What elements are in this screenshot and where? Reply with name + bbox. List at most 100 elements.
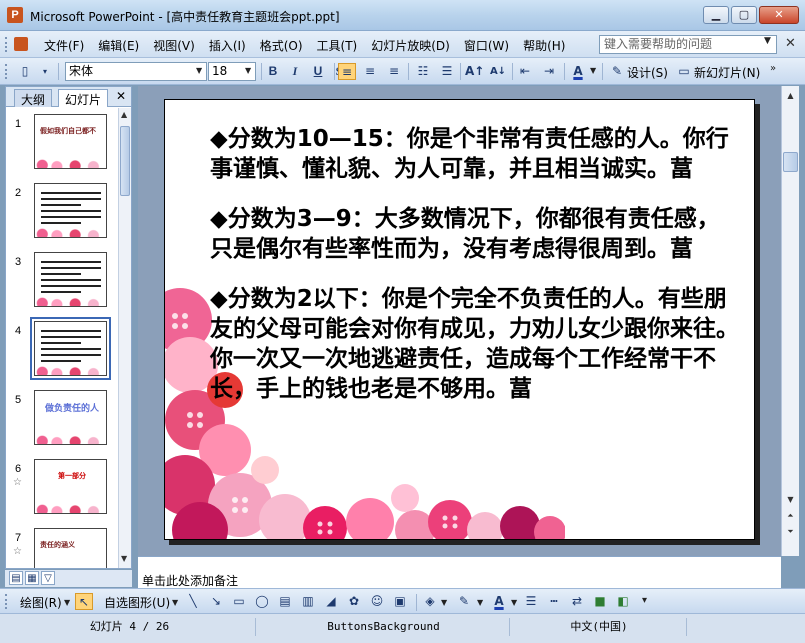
draw-menu-button[interactable]: 绘图(R) xyxy=(20,594,62,611)
slide-thumbnail[interactable]: 假如我们自己都不 xyxy=(34,114,107,169)
slide-scroll-up-icon[interactable]: ▲ xyxy=(783,88,798,103)
vertical-textbox-icon[interactable]: ▥ xyxy=(299,593,317,610)
menu-file[interactable]: 文件(F) xyxy=(44,37,84,54)
design-icon[interactable]: ✎ xyxy=(608,63,626,80)
maximize-button[interactable]: ▢ xyxy=(731,6,757,24)
draw-font-color-dropdown-icon[interactable]: ▼ xyxy=(511,598,517,607)
close-button[interactable]: ✕ xyxy=(759,6,799,24)
toolbar-options-icon[interactable]: ▾ xyxy=(36,63,54,80)
slide-thumbnail-row[interactable]: 6 ☆ 第一部分 xyxy=(6,453,118,515)
select-cursor-icon[interactable]: ↖ xyxy=(75,593,93,610)
slide-scroll-thumb[interactable] xyxy=(783,152,798,172)
size-dropdown-icon[interactable]: ▼ xyxy=(245,66,251,75)
line-color-dropdown-icon[interactable]: ▼ xyxy=(477,598,483,607)
line-tool-icon[interactable]: ╲ xyxy=(184,593,202,610)
slide-body-text[interactable]: ◆分数为10—15：你是个非常有责任感的人。你行事谨慎、懂礼貌、为人可靠，并且相… xyxy=(210,124,740,424)
menu-tools[interactable]: 工具(T) xyxy=(317,37,358,54)
minimize-button[interactable]: ▁ xyxy=(703,6,729,24)
menu-view[interactable]: 视图(V) xyxy=(153,37,195,54)
menu-format[interactable]: 格式(O) xyxy=(260,37,303,54)
new-slide-button[interactable]: 新幻灯片(N) xyxy=(694,64,760,81)
slide-scroll-down-icon[interactable]: ▼ xyxy=(783,492,798,507)
shadow-style-icon[interactable]: ■ xyxy=(591,593,609,610)
slide-thumbnail-row[interactable]: 5 做负责任的人 xyxy=(6,384,118,446)
design-button[interactable]: 设计(S) xyxy=(627,64,668,81)
underline-button[interactable]: U xyxy=(309,63,327,80)
slide-thumbnail-row[interactable]: 3 xyxy=(6,246,118,308)
panel-scrollbar[interactable]: ▲ ▼ xyxy=(118,108,131,568)
menu-insert[interactable]: 插入(I) xyxy=(209,37,246,54)
align-center-icon[interactable]: ≡ xyxy=(361,63,379,80)
slide-thumbnail-row[interactable]: 1 假如我们自己都不 xyxy=(6,108,118,170)
menu-help[interactable]: 帮助(H) xyxy=(523,37,565,54)
drawbar-grip[interactable] xyxy=(5,594,8,609)
arrow-tool-icon[interactable]: ↘ xyxy=(207,593,225,610)
slide-thumbnail-row[interactable]: 7 ☆ 责任的涵义 xyxy=(6,522,118,568)
increase-indent-icon[interactable]: ⇥ xyxy=(540,63,558,80)
font-color-dropdown-icon[interactable]: ▼ xyxy=(590,66,596,75)
slide-thumbnail[interactable] xyxy=(30,317,111,380)
textbox-tool-icon[interactable]: ▤ xyxy=(276,593,294,610)
arrow-style-icon[interactable]: ⇄ xyxy=(568,593,586,610)
scroll-up-icon[interactable]: ▲ xyxy=(121,110,127,119)
tab-outline[interactable]: 大纲 xyxy=(14,89,53,107)
align-left-icon[interactable]: ≡ xyxy=(338,63,356,80)
notes-placeholder[interactable]: 单击此处添加备注 xyxy=(142,572,238,589)
draw-font-color-icon[interactable]: A xyxy=(490,593,508,610)
slide-thumbnail[interactable] xyxy=(34,183,107,238)
scroll-down-icon[interactable]: ▼ xyxy=(121,554,127,563)
bullets-icon[interactable]: ☰ xyxy=(438,63,456,80)
previous-slide-icon[interactable]: ⏶ xyxy=(783,508,798,523)
line-style-icon[interactable]: ☰ xyxy=(522,593,540,610)
slide-paragraph-3[interactable]: ◆分数为2以下：你是个完全不负责任的人。有些朋友的父母可能会对你有成见，力劝儿女… xyxy=(210,284,740,404)
increase-font-icon[interactable]: A↑ xyxy=(465,63,484,80)
rectangle-tool-icon[interactable]: ▭ xyxy=(230,593,248,610)
3d-style-icon[interactable]: ◧ xyxy=(614,593,632,610)
bold-button[interactable]: B xyxy=(264,63,282,80)
slide-thumbnail[interactable]: 做负责任的人 xyxy=(34,390,107,445)
autoshapes-button[interactable]: 自选图形(U) xyxy=(104,594,170,611)
drawbar-more-icon[interactable]: ▾ xyxy=(642,595,647,606)
font-color-icon[interactable]: A xyxy=(569,63,587,80)
slide-thumbnail[interactable]: 第一部分 xyxy=(34,459,107,514)
numbering-icon[interactable]: ☷ xyxy=(414,63,432,80)
toolbar-more-icon[interactable]: » xyxy=(770,63,776,74)
font-family-select[interactable]: 宋体 xyxy=(65,62,207,81)
line-color-icon[interactable]: ✎ xyxy=(455,593,473,610)
panel-close-icon[interactable]: ✕ xyxy=(116,89,126,103)
slide-thumbnail-row[interactable]: 2 xyxy=(6,177,118,239)
picture-icon[interactable]: ▣ xyxy=(391,593,409,610)
document-icon[interactable] xyxy=(14,37,28,51)
oval-tool-icon[interactable]: ◯ xyxy=(253,593,271,610)
fill-color-dropdown-icon[interactable]: ▼ xyxy=(441,598,447,607)
draw-dropdown-icon[interactable]: ▼ xyxy=(64,598,70,607)
decrease-font-icon[interactable]: A↓ xyxy=(489,63,507,80)
italic-button[interactable]: I xyxy=(286,63,304,80)
slide-sorter-view-icon[interactable]: ▦ xyxy=(25,571,39,585)
align-right-icon[interactable]: ≡ xyxy=(385,63,403,80)
slide-scrollbar[interactable]: ▲ ▼ ⏶ ⏷ xyxy=(781,86,799,556)
toolbar-grip[interactable] xyxy=(5,64,8,79)
help-dropdown-icon[interactable]: ▼ xyxy=(764,36,771,46)
decrease-indent-icon[interactable]: ⇤ xyxy=(516,63,534,80)
new-document-icon[interactable]: ▯ xyxy=(16,63,34,80)
diagram-icon[interactable]: ✿ xyxy=(345,593,363,610)
tab-slides[interactable]: 幻灯片 xyxy=(58,89,109,107)
document-close-icon[interactable]: ✕ xyxy=(785,36,796,51)
fill-color-icon[interactable]: ◈ xyxy=(421,593,439,610)
menu-edit[interactable]: 编辑(E) xyxy=(98,37,139,54)
notes-pane[interactable]: 单击此处添加备注 xyxy=(138,556,781,588)
wordart-icon[interactable]: ◢ xyxy=(322,593,340,610)
new-slide-icon[interactable]: ▭ xyxy=(675,63,693,80)
slide-thumbnail[interactable] xyxy=(34,252,107,307)
slide-thumbnail-row[interactable]: 4 xyxy=(6,315,118,380)
help-search-input[interactable]: 键入需要帮助的问题 xyxy=(599,35,777,54)
slide-paragraph-1[interactable]: ◆分数为10—15：你是个非常有责任感的人。你行事谨慎、懂礼貌、为人可靠，并且相… xyxy=(210,124,740,184)
normal-view-icon[interactable]: ▤ xyxy=(9,571,23,585)
font-dropdown-icon[interactable]: ▼ xyxy=(196,66,202,75)
next-slide-icon[interactable]: ⏷ xyxy=(783,524,798,539)
autoshapes-dropdown-icon[interactable]: ▼ xyxy=(172,598,178,607)
dash-style-icon[interactable]: ┅ xyxy=(545,593,563,610)
current-slide[interactable]: ◆分数为10—15：你是个非常有责任感的人。你行事谨慎、懂礼貌、为人可靠，并且相… xyxy=(164,99,755,540)
slide-paragraph-2[interactable]: ◆分数为3—9：大多数情况下，你都很有责任感，只是偶尔有些率性而为，没有考虑得很… xyxy=(210,204,740,264)
